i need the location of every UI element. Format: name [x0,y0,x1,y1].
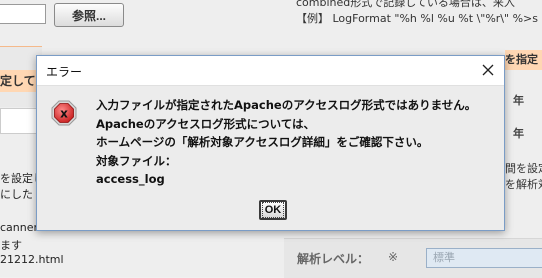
close-button[interactable] [476,59,500,81]
left-text-line: ます [0,239,22,252]
left-text-line: canner [0,221,39,234]
log-file-path-input[interactable] [0,4,46,24]
right-text-line: を解析対 [505,178,542,191]
ok-label: OK [261,202,285,218]
help-text-line: 【例】 LogFormat "%h %l %u %t \"%r\" %>s [296,12,538,25]
message-line: ホームページの「解析対象アクセスログ詳細」をご確認下さい。 [96,135,429,149]
year-label: 年 [513,94,524,107]
target-file-label: 対象ファイル： [96,153,177,168]
right-text-line: 間を設定 [505,162,542,175]
year-label: 年 [513,127,524,140]
error-icon: x [51,100,77,126]
dialog-title: エラー [46,65,83,79]
close-icon [482,64,494,76]
message-line: 入力ファイルが指定されたApacheのアクセスログ形式ではありません。 [96,98,477,112]
left-section-header: 定してく [0,70,40,92]
error-dialog: エラー x 入力ファイルが指定されたApacheのアクセスログ形式ではありません… [36,55,505,231]
required-mark: ※ [388,250,399,264]
left-text-line: を設定し [0,172,40,185]
output-filename: 21212.html [0,253,64,266]
ok-button[interactable]: OK [259,200,287,220]
error-message: 入力ファイルが指定されたApacheのアクセスログ形式ではありません。 Apac… [96,96,476,189]
right-section-header: を指定 [505,50,542,70]
browse-button[interactable]: 参照... [54,3,124,27]
svg-text:x: x [60,107,68,121]
analysis-level-select[interactable]: 標準 [426,248,542,268]
message-line: Apacheのアクセスログ形式については、 [96,116,316,131]
target-file-name: access_log [96,172,165,186]
left-text-line: にした [0,188,33,201]
help-text-line: combined形式で記録している場合は、来入 [296,0,515,9]
dialog-titlebar: エラー [37,56,504,86]
analysis-level-label: 解析レベル： [297,252,370,266]
